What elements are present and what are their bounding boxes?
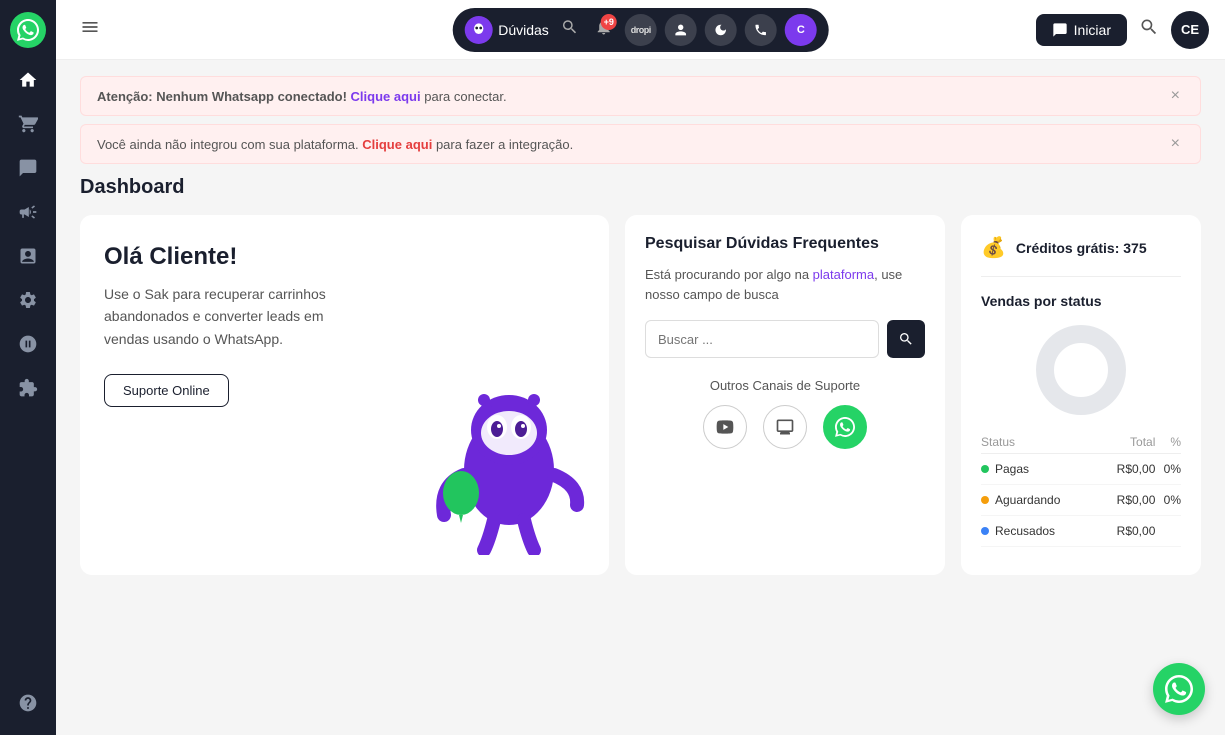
topbar: Dúvidas +9 dropi C (56, 0, 1225, 60)
nav-avatar-c[interactable]: C (785, 14, 817, 46)
faq-search-input[interactable] (645, 320, 879, 358)
canal-screen-icon[interactable] (763, 405, 807, 449)
sidebar (0, 0, 56, 735)
iniciar-button[interactable]: Iniciar (1036, 14, 1127, 46)
float-whatsapp-button[interactable] (1153, 663, 1205, 715)
nav-dropi-icon[interactable]: dropi (625, 14, 657, 46)
sidebar-item-campaigns[interactable] (8, 192, 48, 232)
welcome-card: Olá Cliente! Use o Sak para recuperar ca… (80, 215, 609, 575)
sidebar-item-automation[interactable] (8, 324, 48, 364)
dashboard-grid: Olá Cliente! Use o Sak para recuperar ca… (80, 215, 1201, 575)
pie-chart (1036, 325, 1126, 415)
canal-whatsapp-icon[interactable] (823, 405, 867, 449)
whatsapp-alert-close[interactable]: × (1167, 87, 1184, 105)
stats-card: 💰 Créditos grátis: 375 Vendas por status… (961, 215, 1201, 575)
whatsapp-connect-link[interactable]: Clique aqui (351, 89, 421, 104)
nav-brand-label: Dúvidas (498, 22, 549, 38)
nav-moon-icon[interactable] (705, 14, 737, 46)
main-content: Dúvidas +9 dropi C (56, 0, 1225, 735)
topbar-user-avatar[interactable]: CE (1171, 11, 1209, 49)
faq-search-container (645, 320, 925, 358)
col-percent: % (1155, 431, 1181, 454)
col-status: Status (981, 431, 1098, 454)
sidebar-item-integrations[interactable] (8, 368, 48, 408)
nav-user-icon[interactable] (665, 14, 697, 46)
center-nav: Dúvidas +9 dropi C (452, 8, 829, 52)
faq-subtitle: Está procurando por algo na plataforma, … (645, 265, 925, 304)
dashboard-title: Dashboard (80, 176, 1201, 199)
topbar-right: Iniciar CE (1036, 11, 1209, 49)
table-row: Pagas R$0,00 0% (981, 454, 1181, 485)
sidebar-item-cart[interactable] (8, 104, 48, 144)
integration-link[interactable]: Clique aqui (362, 137, 432, 152)
credits-row: 💰 Créditos grátis: 375 (981, 235, 1181, 277)
menu-button[interactable] (72, 9, 108, 50)
sidebar-item-settings[interactable] (8, 280, 48, 320)
sidebar-item-help[interactable] (8, 683, 48, 723)
nav-brand-icon (464, 16, 492, 44)
integration-alert: Você ainda não integrou com sua platafor… (80, 124, 1201, 164)
canal-icons-container (645, 405, 925, 449)
pie-chart-container (981, 325, 1181, 415)
vendas-table: Status Total % Pagas R$0,00 0% Aguardand… (981, 431, 1181, 547)
table-row: Aguardando R$0,00 0% (981, 485, 1181, 516)
sidebar-item-home[interactable] (8, 60, 48, 100)
faq-card: Pesquisar Dúvidas Frequentes Está procur… (625, 215, 945, 575)
canal-youtube-icon[interactable] (703, 405, 747, 449)
content-area: Atenção: Nenhum Whatsapp conectado! Cliq… (56, 60, 1225, 735)
credits-text: Créditos grátis: 375 (1016, 240, 1147, 256)
nav-notification-bell[interactable]: +9 (591, 14, 617, 45)
mascot-illustration (429, 375, 589, 555)
col-total: Total (1098, 431, 1155, 454)
nav-brand[interactable]: Dúvidas (464, 16, 549, 44)
faq-search-button[interactable] (887, 320, 925, 358)
topbar-search-button[interactable] (1139, 17, 1159, 42)
integration-alert-close[interactable]: × (1167, 135, 1184, 153)
nav-bell-badge: +9 (601, 14, 617, 30)
sidebar-logo[interactable] (10, 12, 46, 48)
vendas-title: Vendas por status (981, 293, 1181, 309)
nav-phone-icon[interactable] (745, 14, 777, 46)
sidebar-item-reports[interactable] (8, 236, 48, 276)
nav-search-button[interactable] (557, 14, 583, 45)
faq-platform-link[interactable]: plataforma (813, 267, 874, 282)
table-row: Recusados R$0,00 (981, 516, 1181, 547)
whatsapp-alert: Atenção: Nenhum Whatsapp conectado! Cliq… (80, 76, 1201, 116)
outros-canais-label: Outros Canais de Suporte (645, 378, 925, 393)
integration-alert-text: Você ainda não integrou com sua platafor… (97, 137, 1167, 152)
welcome-title: Olá Cliente! (104, 243, 585, 271)
credits-icon: 💰 (981, 235, 1006, 260)
whatsapp-alert-text: Atenção: Nenhum Whatsapp conectado! Cliq… (97, 89, 1167, 104)
sidebar-item-chat[interactable] (8, 148, 48, 188)
faq-title: Pesquisar Dúvidas Frequentes (645, 235, 925, 253)
suporte-online-button[interactable]: Suporte Online (104, 374, 229, 407)
welcome-description: Use o Sak para recuperar carrinhos aband… (104, 283, 344, 350)
